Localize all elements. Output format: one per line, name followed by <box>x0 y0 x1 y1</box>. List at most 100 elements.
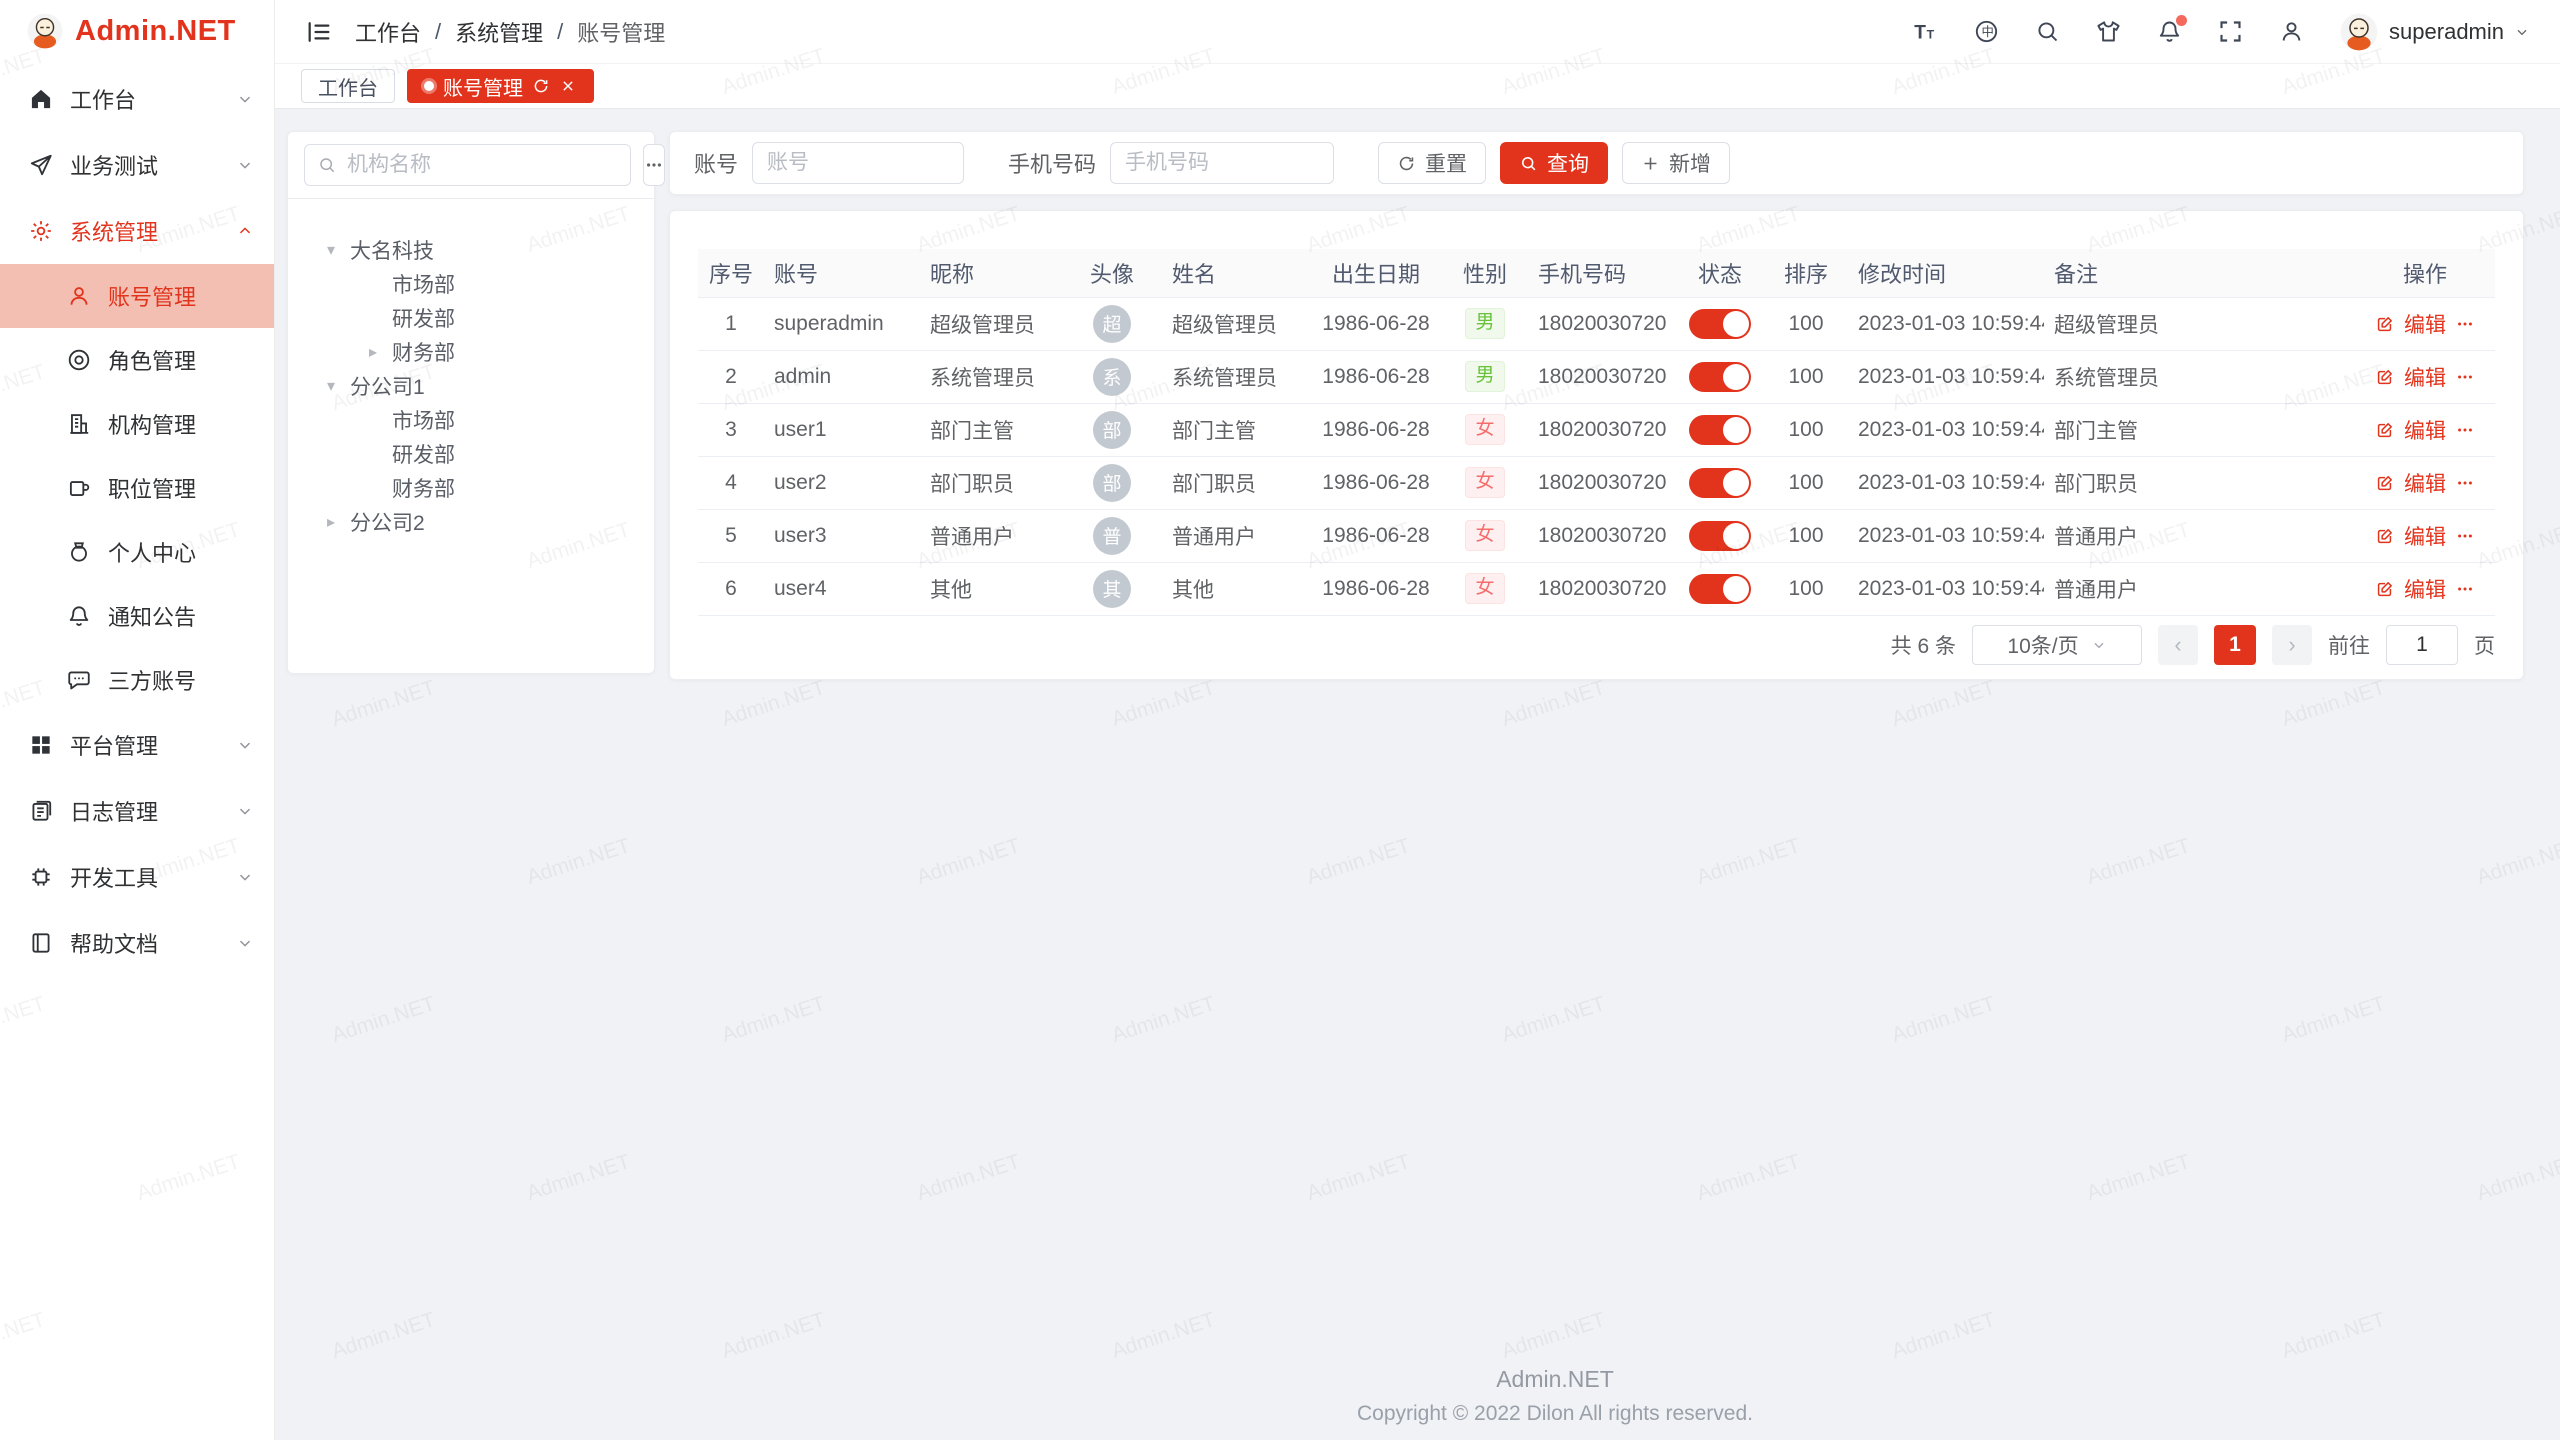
font-size-icon[interactable]: TT <box>1912 18 1939 45</box>
prev-page-button[interactable]: ‹ <box>2158 625 2198 665</box>
tree-node[interactable]: 研发部 <box>304 301 638 335</box>
more-actions-icon[interactable] <box>2455 314 2475 334</box>
language-icon[interactable]: 中 <box>1973 18 2000 45</box>
current-page-button[interactable]: 1 <box>2214 625 2256 665</box>
add-button[interactable]: 新增 <box>1622 142 1730 184</box>
edit-icon[interactable] <box>2375 420 2395 440</box>
status-toggle[interactable] <box>1689 309 1751 339</box>
search-button[interactable]: 查询 <box>1500 142 1608 184</box>
sidebar-item-system-management[interactable]: 系统管理 <box>0 198 274 264</box>
table-row[interactable]: 1 superadmin 超级管理员 超 超级管理员 1986-06-28 男 … <box>698 297 2495 350</box>
search-icon[interactable] <box>2034 18 2061 45</box>
sidebar-item-help-docs[interactable]: 帮助文档 <box>0 910 274 976</box>
table-row[interactable]: 4 user2 部门职员 部 部门职员 1986-06-28 女 1802003… <box>698 456 2495 509</box>
fullscreen-icon[interactable] <box>2217 18 2244 45</box>
tree-node[interactable]: 市场部 <box>304 403 638 437</box>
goto-page-input[interactable] <box>2386 625 2458 665</box>
more-actions-icon[interactable] <box>2455 420 2475 440</box>
sidebar-item-label: 职位管理 <box>108 472 196 504</box>
sidebar-item-log-management[interactable]: 日志管理 <box>0 778 274 844</box>
sidebar-item-personal-center[interactable]: 个人中心 <box>0 520 274 584</box>
main-area: 工作台 / 系统管理 / 账号管理 TT 中 <box>275 0 2560 1440</box>
profile-icon[interactable] <box>2278 18 2305 45</box>
cell-phone: 18020030720 <box>1528 456 1676 509</box>
table-row[interactable]: 3 user1 部门主管 部 部门主管 1986-06-28 女 1802003… <box>698 403 2495 456</box>
cell-phone: 18020030720 <box>1528 350 1676 403</box>
page-content: ▾ 大名科技 市场部 研发部 ▸ 财务部 ▾ 分公司1 市场部 研发部 财务部 … <box>275 109 2560 680</box>
sidebar-item-role-management[interactable]: 角色管理 <box>0 328 274 392</box>
tree-more-button[interactable] <box>643 144 665 186</box>
tree-node[interactable]: ▸ 分公司2 <box>304 505 638 539</box>
phone-filter-label: 手机号码 <box>1008 147 1096 179</box>
tree-node[interactable]: 财务部 <box>304 471 638 505</box>
next-page-button[interactable]: › <box>2272 625 2312 665</box>
sidebar-item-label: 账号管理 <box>108 280 196 312</box>
tab-account-management[interactable]: 账号管理 <box>407 69 594 103</box>
edit-button[interactable]: 编辑 <box>2404 521 2446 551</box>
tree-node[interactable]: 研发部 <box>304 437 638 471</box>
reset-button[interactable]: 重置 <box>1378 142 1486 184</box>
refresh-icon[interactable] <box>532 77 550 95</box>
sidebar-item-position-management[interactable]: 职位管理 <box>0 456 274 520</box>
edit-icon[interactable] <box>2375 579 2395 599</box>
tree-node[interactable]: ▾ 分公司1 <box>304 369 638 403</box>
status-toggle[interactable] <box>1689 521 1751 551</box>
edit-button[interactable]: 编辑 <box>2404 415 2446 445</box>
tree-node[interactable]: ▸ 财务部 <box>304 335 638 369</box>
close-icon[interactable] <box>559 77 577 95</box>
tree-caret-icon[interactable]: ▸ <box>318 512 344 532</box>
status-toggle[interactable] <box>1689 362 1751 392</box>
user-menu[interactable]: superadmin <box>2339 12 2530 52</box>
more-actions-icon[interactable] <box>2455 367 2475 387</box>
status-toggle[interactable] <box>1689 574 1751 604</box>
more-actions-icon[interactable] <box>2455 473 2475 493</box>
status-toggle[interactable] <box>1689 415 1751 445</box>
table-row[interactable]: 6 user4 其他 其 其他 1986-06-28 女 18020030720… <box>698 562 2495 615</box>
table-row[interactable]: 5 user3 普通用户 普 普通用户 1986-06-28 女 1802003… <box>698 509 2495 562</box>
tree-caret-icon[interactable]: ▸ <box>360 342 386 362</box>
tree-caret-icon[interactable]: ▾ <box>318 376 344 396</box>
cell-seq: 5 <box>698 509 764 562</box>
sidebar-item-dev-tools[interactable]: 开发工具 <box>0 844 274 910</box>
app-logo[interactable]: Admin.NET <box>0 0 274 62</box>
sidebar-item-business-test[interactable]: 业务测试 <box>0 132 274 198</box>
edit-button[interactable]: 编辑 <box>2404 362 2446 392</box>
edit-icon[interactable] <box>2375 526 2395 546</box>
collapse-sidebar-icon[interactable] <box>305 18 333 46</box>
sidebar-item-notice[interactable]: 通知公告 <box>0 584 274 648</box>
edit-icon[interactable] <box>2375 314 2395 334</box>
account-filter-input[interactable] <box>752 142 964 184</box>
tree-caret-icon[interactable]: ▾ <box>318 240 344 260</box>
phone-filter-input[interactable] <box>1110 142 1334 184</box>
edit-icon[interactable] <box>2375 473 2395 493</box>
more-actions-icon[interactable] <box>2455 579 2475 599</box>
edit-button[interactable]: 编辑 <box>2404 468 2446 498</box>
cell-account: superadmin <box>764 297 920 350</box>
theme-icon[interactable] <box>2095 18 2122 45</box>
sidebar-item-workbench[interactable]: 工作台 <box>0 66 274 132</box>
breadcrumb-item[interactable]: 工作台 <box>355 16 421 48</box>
more-actions-icon[interactable] <box>2455 526 2475 546</box>
sidebar-item-platform-management[interactable]: 平台管理 <box>0 712 274 778</box>
page-size-select[interactable]: 10条/页 <box>1972 625 2142 665</box>
status-toggle[interactable] <box>1689 468 1751 498</box>
breadcrumb-item[interactable]: 系统管理 <box>455 16 543 48</box>
sidebar-item-third-party-account[interactable]: 三方账号 <box>0 648 274 712</box>
tab-workbench[interactable]: 工作台 <box>301 69 395 103</box>
edit-button[interactable]: 编辑 <box>2404 574 2446 604</box>
sidebar-item-label: 通知公告 <box>108 600 196 632</box>
tree-node[interactable]: 市场部 <box>304 267 638 301</box>
book-icon <box>28 930 54 956</box>
notification-icon[interactable] <box>2156 18 2183 45</box>
edit-icon[interactable] <box>2375 367 2395 387</box>
more-dots-icon <box>644 155 664 175</box>
sidebar-item-label: 机构管理 <box>108 408 196 440</box>
cell-name: 超级管理员 <box>1162 297 1310 350</box>
sidebar-item-account-management[interactable]: 账号管理 <box>0 264 274 328</box>
org-search-input[interactable] <box>347 153 618 177</box>
edit-button[interactable]: 编辑 <box>2404 309 2446 339</box>
tree-node[interactable]: ▾ 大名科技 <box>304 233 638 267</box>
cell-sort: 100 <box>1764 297 1848 350</box>
sidebar-item-organization-management[interactable]: 机构管理 <box>0 392 274 456</box>
table-row[interactable]: 2 admin 系统管理员 系 系统管理员 1986-06-28 男 18020… <box>698 350 2495 403</box>
